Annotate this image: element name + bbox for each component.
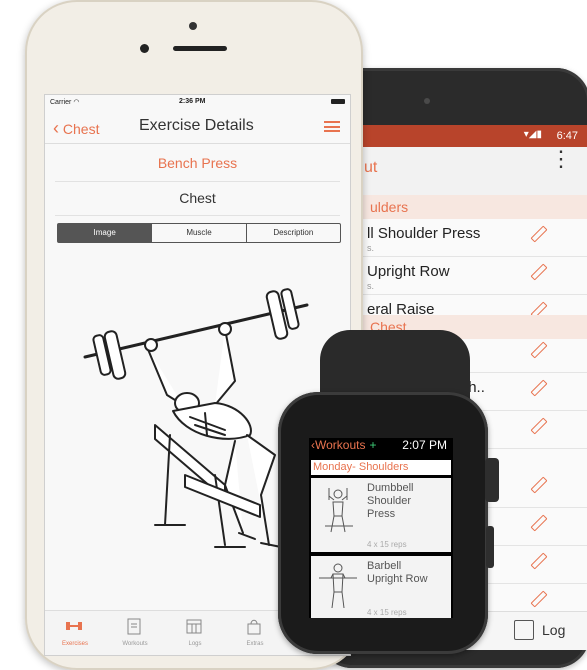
tab-extras[interactable]: Extras <box>225 611 285 655</box>
tab-label: Workouts <box>122 641 148 647</box>
name-line: Press <box>367 508 396 520</box>
back-button-label: Chest <box>62 121 100 137</box>
divider <box>55 181 340 182</box>
bag-icon <box>247 619 261 635</box>
name-line: Upright Row <box>367 573 428 585</box>
segment-image[interactable]: Image <box>58 224 152 242</box>
name-line: Shoulder <box>367 495 412 507</box>
segmented-control: Image Muscle Description <box>57 223 341 243</box>
exercise-sub: s. <box>367 281 375 291</box>
exercise-name: ll Shoulder Press <box>367 225 481 242</box>
divider <box>55 215 340 216</box>
tab-workouts[interactable]: Workouts <box>105 611 165 655</box>
iphone-speaker <box>173 46 227 51</box>
android-status-time: 6:47 <box>556 130 578 142</box>
tab-logs[interactable]: Logs <box>165 611 225 655</box>
ios-status-bar: Carrier ◠ 2:36 PM <box>45 95 350 109</box>
overflow-menu-icon[interactable]: ⋮ <box>550 148 572 170</box>
iphone-camera <box>189 22 197 30</box>
iphone-front-sensor <box>140 44 149 53</box>
android-status-bar: ▾◢▮ 6:47 <box>352 125 587 147</box>
tab-label: Extras <box>246 641 264 647</box>
pencil-icon[interactable] <box>530 476 548 494</box>
battery-icon <box>331 99 345 104</box>
pencil-icon[interactable] <box>530 590 548 608</box>
page-title: Exercise Details <box>139 117 254 134</box>
exercise-sub: s. <box>367 243 375 253</box>
list-item[interactable]: ll Shoulder Press s. <box>352 219 587 257</box>
android-section-header: ulders <box>352 195 587 219</box>
pencil-icon[interactable] <box>530 225 548 243</box>
name-line: Barbell <box>367 560 402 572</box>
watch-workout-card[interactable]: Barbell Upright Row 4 x 15 reps <box>311 556 451 618</box>
segment-muscle[interactable]: Muscle <box>151 224 245 242</box>
tab-label: Exercises <box>61 641 88 647</box>
segment-description[interactable]: Description <box>245 224 340 242</box>
name-line: Dumbbell <box>367 482 414 494</box>
exercise-name: Bench Press <box>157 155 238 171</box>
pencil-icon[interactable] <box>530 379 548 397</box>
list-item[interactable]: Upright Row s. <box>352 257 587 295</box>
pencil-icon[interactable] <box>530 552 548 570</box>
pencil-icon[interactable] <box>530 263 548 281</box>
tab-label: Logs <box>188 641 202 647</box>
watch-back-button[interactable]: ‹Workouts <box>311 438 365 452</box>
dumbbell-shoulder-press-thumbnail <box>325 488 353 533</box>
android-appbar-title[interactable]: ut <box>364 159 377 177</box>
watch-card-name: Dumbbell Shoulder Press <box>367 482 413 521</box>
tab-exercises[interactable]: Exercises <box>45 611 105 655</box>
ios-status-time: 2:36 PM <box>179 98 206 105</box>
wifi-icon: ◠ <box>73 99 80 106</box>
signal-icon: ▾◢▮ <box>523 129 542 140</box>
watch-digital-crown[interactable] <box>485 458 499 502</box>
calendar-icon[interactable] <box>514 620 534 640</box>
watch-card-reps: 4 x 15 reps <box>367 540 407 549</box>
android-bottom-label[interactable]: Log <box>542 622 565 638</box>
calendar-icon <box>186 619 202 634</box>
clipboard-icon <box>127 618 141 635</box>
android-speaker <box>424 98 430 104</box>
chevron-left-icon: ‹ <box>53 118 59 138</box>
watch-back-label: Workouts <box>315 438 366 452</box>
watch-card-reps: 4 x 15 reps <box>367 608 407 617</box>
back-button[interactable]: ‹ Chest <box>53 118 99 139</box>
pencil-icon[interactable] <box>530 514 548 532</box>
pencil-icon[interactable] <box>530 417 548 435</box>
muscle-group: Chest <box>179 190 216 206</box>
watch-workout-card[interactable]: Dumbbell Shoulder Press 4 x 15 reps <box>311 478 451 552</box>
plus-icon[interactable]: + <box>369 438 376 452</box>
android-app-bar: ut ⋮ <box>352 147 587 196</box>
pencil-icon[interactable] <box>530 341 548 359</box>
carrier-label: Carrier ◠ <box>50 99 80 106</box>
dumbbell-icon <box>66 622 82 630</box>
watch-section-header: Monday- Shoulders <box>311 460 451 475</box>
watch-screen: ‹Workouts + 2:07 PM Monday- Shoulders Dum… <box>309 438 453 618</box>
watch-side-button[interactable] <box>486 526 494 568</box>
barbell-upright-row-thumbnail <box>319 563 357 609</box>
watch-time: 2:07 PM <box>402 438 447 452</box>
hamburger-menu-icon[interactable] <box>324 121 340 132</box>
ios-nav-bar: ‹ Chest Exercise Details <box>45 109 350 144</box>
watch-card-name: Barbell Upright Row <box>367 560 428 586</box>
watch-header: ‹Workouts + 2:07 PM <box>311 438 451 458</box>
exercise-name: Upright Row <box>367 263 450 280</box>
